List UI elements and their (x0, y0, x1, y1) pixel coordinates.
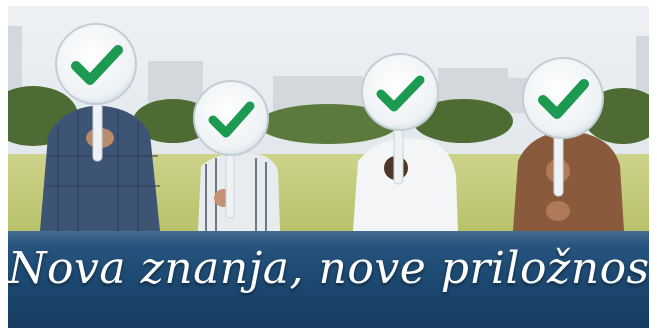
check-sign-1 (55, 23, 137, 105)
check-sign-4 (522, 57, 604, 139)
slogan-text: Nova znanja, nove priložnosti. (8, 243, 649, 294)
slogan-banner: Nova znanja, nove priložnosti. (8, 231, 649, 328)
people-holding-check-signs-photo (8, 6, 649, 231)
check-sign-3 (361, 53, 439, 131)
check-sign-2 (193, 80, 269, 156)
hero-banner: Nova znanja, nove priložnosti. (8, 6, 649, 328)
